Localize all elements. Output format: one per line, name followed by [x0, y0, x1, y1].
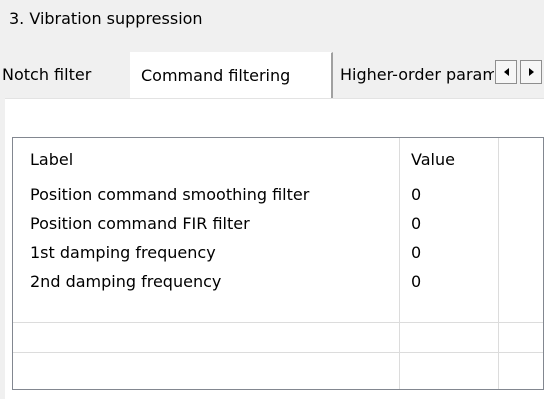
- row-value[interactable]: 0: [411, 209, 421, 238]
- row-label: 1st damping frequency: [30, 243, 216, 262]
- row-value[interactable]: 0: [411, 180, 421, 209]
- table-row[interactable]: 2nd damping frequency 0: [13, 267, 543, 296]
- tab-scroll-left-button[interactable]: [495, 60, 517, 84]
- tab-strip: Notch filter Command filtering Higher-or…: [0, 52, 544, 98]
- tab-command-filtering[interactable]: Command filtering: [130, 52, 333, 98]
- row-divider: [13, 322, 543, 323]
- arrow-left-icon: [503, 68, 509, 76]
- table-row[interactable]: 1st damping frequency 0: [13, 238, 543, 267]
- tab-panel: Label Value Position command smoothing f…: [5, 98, 544, 399]
- section-title: 3. Vibration suppression: [9, 9, 203, 28]
- tab-scroll-right-button[interactable]: [520, 60, 542, 84]
- table-row[interactable]: Position command FIR filter 0: [13, 209, 543, 238]
- tab-notch-filter[interactable]: Notch filter: [0, 57, 130, 93]
- row-label: Position command smoothing filter: [30, 185, 310, 204]
- row-value[interactable]: 0: [411, 267, 421, 296]
- table-row[interactable]: Position command smoothing filter 0: [13, 180, 543, 209]
- row-divider: [13, 352, 543, 353]
- table-header-row: Label Value: [13, 140, 543, 180]
- column-header-label[interactable]: Label: [30, 140, 73, 180]
- row-label: Position command FIR filter: [30, 214, 250, 233]
- column-header-value[interactable]: Value: [411, 140, 455, 180]
- row-value[interactable]: 0: [411, 238, 421, 267]
- arrow-right-icon: [528, 68, 534, 76]
- row-label: 2nd damping frequency: [30, 272, 222, 291]
- tab-higher-order-parameters[interactable]: Higher-order parameters: [334, 57, 494, 93]
- parameter-table: Label Value Position command smoothing f…: [12, 137, 544, 390]
